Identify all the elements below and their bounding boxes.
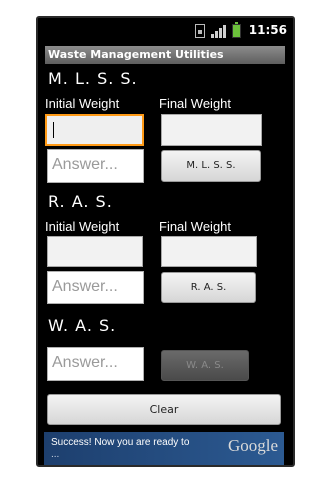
ras-initial-weight-input[interactable] <box>47 236 143 267</box>
signal-strength-icon <box>211 25 226 38</box>
mlss-initial-weight-input[interactable] <box>45 114 144 146</box>
mlss-calculate-button[interactable]: M. L. S. S. <box>161 150 261 182</box>
mlss-heading: M. L. S. S. <box>48 69 138 88</box>
device-frame: 11:56 Waste Management Utilities M. L. S… <box>0 0 320 480</box>
app-title-bar: Waste Management Utilities <box>45 46 285 64</box>
ras-heading: R. A. S. <box>48 192 113 211</box>
ras-final-weight-input[interactable] <box>161 236 257 267</box>
mlss-answer-field[interactable]: Answer... <box>47 149 144 183</box>
ad-brand-logo: Google <box>227 436 278 455</box>
mlss-final-weight-label: Final Weight <box>159 96 232 111</box>
ras-calculate-button[interactable]: R. A. S. <box>161 272 256 303</box>
was-calculate-button: W. A. S. <box>161 350 249 381</box>
sim-card-icon <box>195 24 205 38</box>
mlss-final-weight-input[interactable] <box>161 114 262 146</box>
ras-final-weight-label: Final Weight <box>159 219 232 234</box>
ad-banner-text-line2: ... <box>51 449 60 460</box>
battery-icon <box>232 22 241 38</box>
ras-initial-weight-label: Initial Weight <box>45 219 120 234</box>
ras-answer-field[interactable]: Answer... <box>47 271 144 304</box>
phone-screen: 11:56 Waste Management Utilities M. L. S… <box>36 16 295 467</box>
was-answer-field[interactable]: Answer... <box>47 347 144 381</box>
was-heading: W. A. S. <box>48 316 117 335</box>
ad-banner-text-line1: Success! Now you are ready to <box>51 437 190 448</box>
text-caret <box>53 122 54 138</box>
status-bar: 11:56 <box>38 18 293 43</box>
status-icons <box>195 22 241 38</box>
ad-banner[interactable]: Success! Now you are ready to ... Google <box>44 432 284 465</box>
mlss-initial-weight-label: Initial Weight <box>45 96 120 111</box>
status-clock: 11:56 <box>248 23 287 37</box>
clear-button[interactable]: Clear <box>47 394 281 425</box>
